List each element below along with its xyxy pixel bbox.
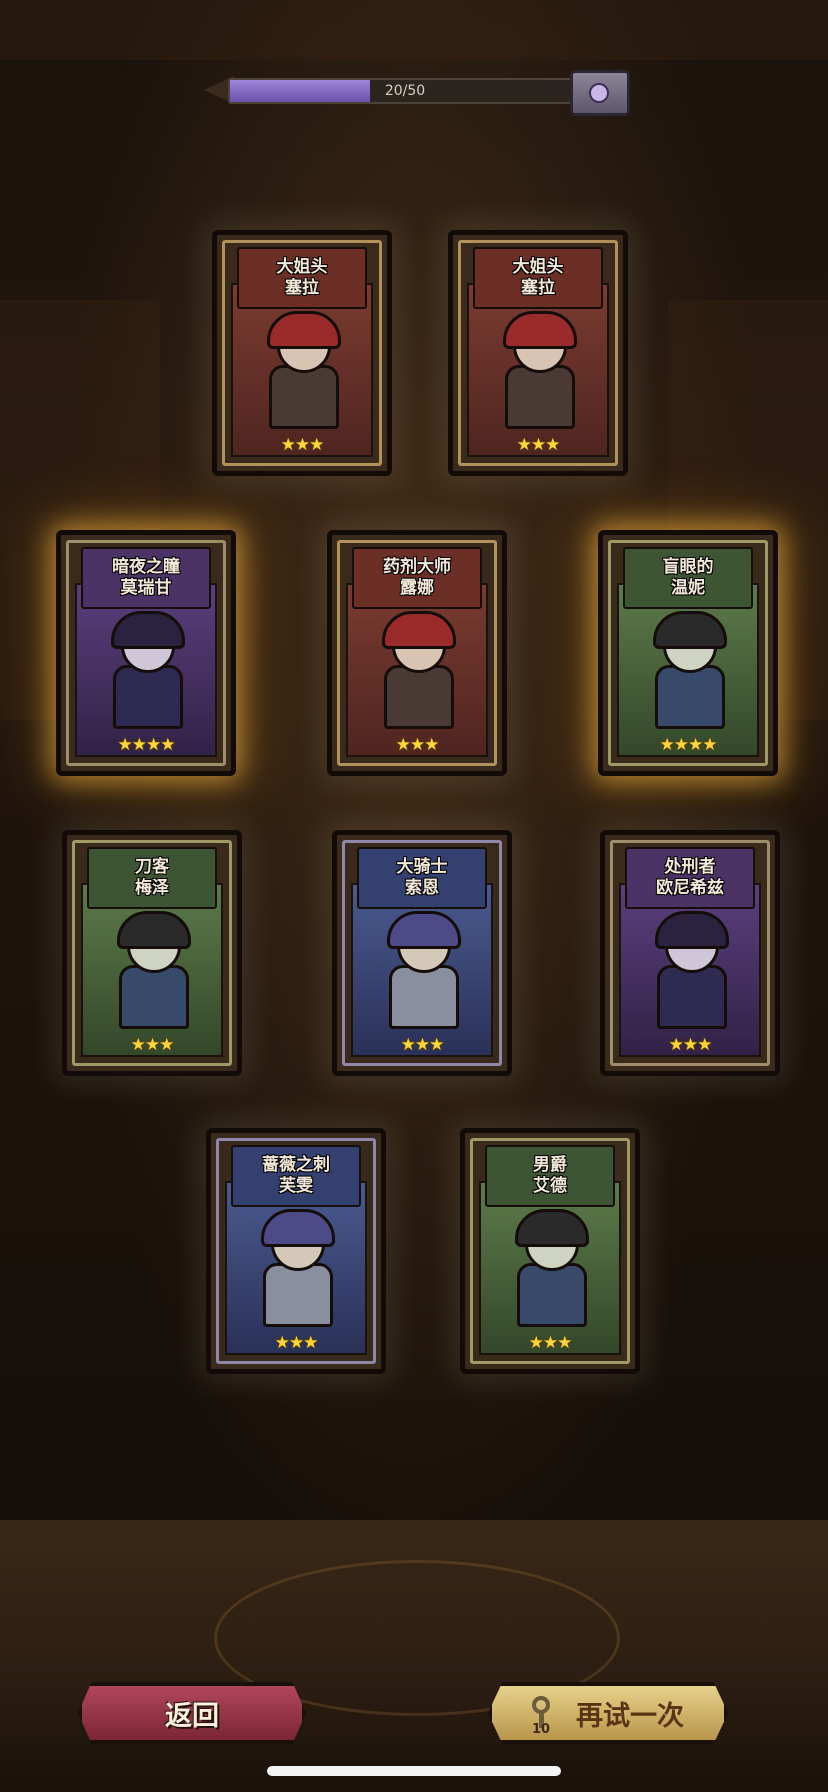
hero-card[interactable]: 蔷薇之刺 芙雯 ★★★ xyxy=(206,1128,386,1374)
hero-card[interactable]: 盲眼的 温妮 ★★★★ xyxy=(598,530,778,776)
hero-figure xyxy=(643,911,735,1029)
star-rating: ★★★ xyxy=(395,735,440,755)
hero-body xyxy=(119,965,189,1029)
hero-body xyxy=(505,365,575,429)
star-rating: ★★★ xyxy=(528,1333,573,1353)
treasure-chest-icon[interactable] xyxy=(570,70,630,116)
hero-title: 盲眼的 xyxy=(662,557,714,577)
hero-card[interactable]: 大姐头 塞拉 ★★★ xyxy=(212,230,392,476)
card-banner: 大姐头 塞拉 xyxy=(473,247,603,309)
hero-body xyxy=(263,1263,333,1327)
hero-figure xyxy=(641,611,733,729)
star-rating: ★★★ xyxy=(668,1035,713,1055)
card-banner: 暗夜之瞳 莫瑞甘 xyxy=(81,547,211,609)
hero-name: 露娜 xyxy=(400,578,434,598)
reward-progress-bar: 20/50 xyxy=(204,70,630,116)
star-rating: ★★★ xyxy=(516,435,561,455)
hero-figure xyxy=(375,911,467,1029)
retry-cost: 10 xyxy=(532,1722,551,1737)
retry-button-label: 再试一次 xyxy=(576,1700,684,1732)
card-banner: 药剂大师 露娜 xyxy=(352,547,482,609)
hero-hair xyxy=(655,911,729,949)
hero-body xyxy=(113,665,183,729)
star-rating: ★★★ xyxy=(274,1333,319,1353)
card-banner: 大骑士 索恩 xyxy=(357,847,487,909)
hero-figure xyxy=(255,311,347,429)
hero-name: 塞拉 xyxy=(521,278,555,298)
hero-name: 欧尼希兹 xyxy=(656,878,724,898)
hero-name: 芙雯 xyxy=(279,1176,313,1196)
hero-card[interactable]: 大骑士 索恩 ★★★ xyxy=(332,830,512,1076)
back-button[interactable]: 返回 xyxy=(78,1682,306,1744)
progress-track: 20/50 xyxy=(228,78,582,104)
hero-hair xyxy=(653,611,727,649)
hero-card[interactable]: 刀客 梅泽 ★★★ xyxy=(62,830,242,1076)
chest-lock-icon xyxy=(589,83,609,103)
hero-body xyxy=(655,665,725,729)
hero-title: 男爵 xyxy=(533,1155,567,1175)
star-rating: ★★★★ xyxy=(117,735,176,755)
hero-body xyxy=(657,965,727,1029)
hero-card[interactable]: 大姐头 塞拉 ★★★ xyxy=(448,230,628,476)
hero-figure xyxy=(99,611,191,729)
hero-card[interactable]: 处刑者 欧尼希兹 ★★★ xyxy=(600,830,780,1076)
home-indicator[interactable] xyxy=(267,1766,561,1776)
retry-button[interactable]: 10 再试一次 xyxy=(488,1682,728,1744)
hero-name: 温妮 xyxy=(671,578,705,598)
star-rating: ★★★ xyxy=(280,435,325,455)
hero-card[interactable]: 男爵 艾德 ★★★ xyxy=(460,1128,640,1374)
back-button-label: 返回 xyxy=(165,1700,219,1732)
hero-title: 大姐头 xyxy=(276,257,328,277)
hero-body xyxy=(269,365,339,429)
progress-text: 20/50 xyxy=(384,83,426,99)
card-banner: 蔷薇之刺 芙雯 xyxy=(231,1145,361,1207)
hero-name: 艾德 xyxy=(533,1176,567,1196)
hero-name: 梅泽 xyxy=(135,878,169,898)
hero-hair xyxy=(503,311,577,349)
hero-title: 大骑士 xyxy=(396,857,448,877)
hero-title: 处刑者 xyxy=(664,857,716,877)
hero-hair xyxy=(387,911,461,949)
star-rating: ★★★ xyxy=(130,1035,175,1055)
hero-hair xyxy=(117,911,191,949)
hero-card[interactable]: 暗夜之瞳 莫瑞甘 ★★★★ xyxy=(56,530,236,776)
hero-title: 暗夜之瞳 xyxy=(112,557,180,577)
hero-hair xyxy=(267,311,341,349)
star-rating: ★★★★ xyxy=(659,735,718,755)
hero-name: 莫瑞甘 xyxy=(120,578,172,598)
card-banner: 大姐头 塞拉 xyxy=(237,247,367,309)
hero-hair xyxy=(382,611,456,649)
hero-hair xyxy=(261,1209,335,1247)
hero-body xyxy=(389,965,459,1029)
hero-title: 大姐头 xyxy=(512,257,564,277)
hero-figure xyxy=(503,1209,595,1327)
hero-figure xyxy=(491,311,583,429)
hero-name: 索恩 xyxy=(405,878,439,898)
card-banner: 盲眼的 温妮 xyxy=(623,547,753,609)
hero-body xyxy=(384,665,454,729)
hero-hair xyxy=(515,1209,589,1247)
card-banner: 男爵 艾德 xyxy=(485,1145,615,1207)
hero-figure xyxy=(370,611,462,729)
hero-figure xyxy=(105,911,197,1029)
hero-name: 塞拉 xyxy=(285,278,319,298)
hero-hair xyxy=(111,611,185,649)
hero-figure xyxy=(249,1209,341,1327)
card-banner: 刀客 梅泽 xyxy=(87,847,217,909)
star-rating: ★★★ xyxy=(400,1035,445,1055)
hero-title: 刀客 xyxy=(135,857,169,877)
hero-card[interactable]: 药剂大师 露娜 ★★★ xyxy=(327,530,507,776)
hero-title: 药剂大师 xyxy=(383,557,451,577)
hero-body xyxy=(517,1263,587,1327)
hero-title: 蔷薇之刺 xyxy=(262,1155,330,1175)
card-banner: 处刑者 欧尼希兹 xyxy=(625,847,755,909)
